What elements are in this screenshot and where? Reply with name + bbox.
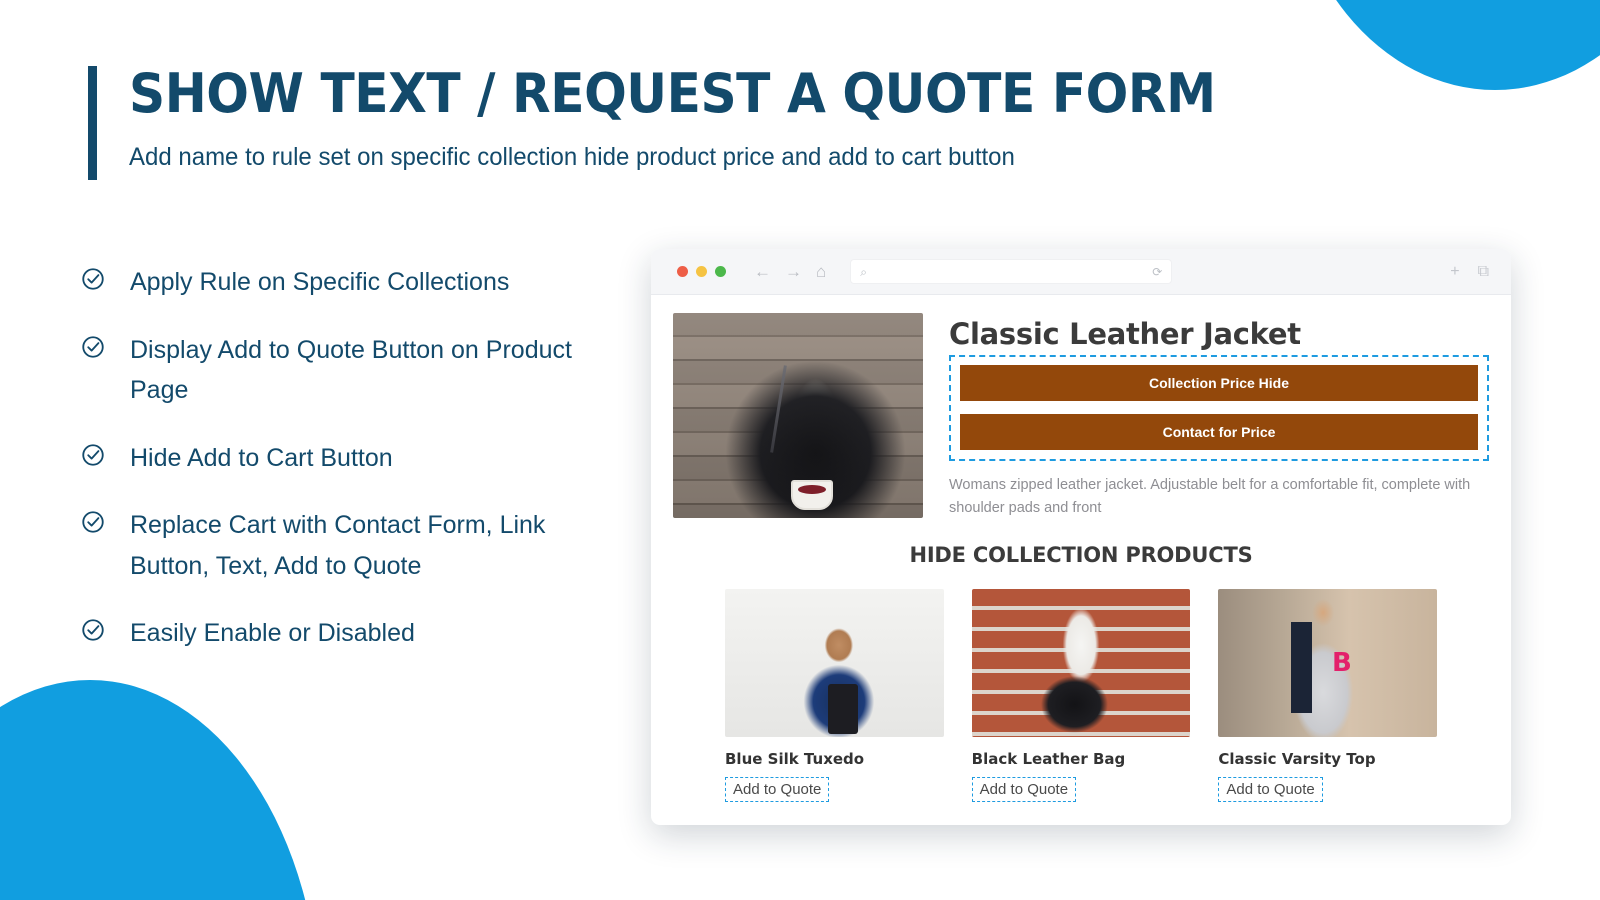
product-card[interactable]: Classic Varsity Top Add to Quote bbox=[1218, 588, 1438, 802]
feature-list: Apply Rule on Specific Collections Displ… bbox=[80, 262, 620, 654]
reload-icon[interactable]: ⟳ bbox=[1152, 266, 1162, 278]
page-content: Classic Leather Jacket Collection Price … bbox=[651, 295, 1511, 825]
jacket-zipper-detail bbox=[770, 365, 787, 453]
minimize-window-dot[interactable] bbox=[696, 266, 707, 277]
slide-canvas: SHOW TEXT / REQUEST A QUOTE FORM Add nam… bbox=[0, 0, 1600, 900]
check-circle-icon bbox=[80, 442, 106, 468]
feature-item: Replace Cart with Contact Form, Link But… bbox=[80, 505, 620, 586]
product-card[interactable]: Blue Silk Tuxedo Add to Quote bbox=[725, 588, 944, 802]
collection-heading: HIDE COLLECTION PRODUCTS bbox=[909, 542, 1253, 567]
product-description: Womans zipped leather jacket. Adjustable… bbox=[949, 477, 1471, 517]
add-to-quote-button[interactable]: Add to Quote bbox=[971, 776, 1077, 802]
feature-item: Hide Add to Cart Button bbox=[80, 438, 620, 479]
product-card-title: Classic Varsity Top bbox=[1218, 749, 1376, 768]
decorative-blob-bottom-left bbox=[0, 680, 320, 900]
product-title: Classic Leather Jacket bbox=[949, 317, 1301, 351]
check-circle-icon bbox=[80, 617, 106, 643]
feature-item: Easily Enable or Disabled bbox=[80, 613, 620, 654]
browser-mockup: ← → ⌂ ⌕ ⟳ + ⧉ Classic Leather Jacket Col… bbox=[651, 249, 1511, 825]
contact-for-price-button[interactable]: Contact for Price bbox=[960, 414, 1478, 450]
product-card[interactable]: Black Leather Bag Add to Quote bbox=[971, 588, 1191, 802]
home-icon[interactable]: ⌂ bbox=[816, 263, 826, 280]
page-title: SHOW TEXT / REQUEST A QUOTE FORM bbox=[129, 62, 1216, 125]
feature-label: Apply Rule on Specific Collections bbox=[130, 268, 510, 296]
collection-product-grid: Blue Silk Tuxedo Add to Quote Black Leat… bbox=[673, 588, 1489, 802]
title-accent-bar bbox=[88, 66, 97, 180]
decorative-blob-top-right bbox=[1285, 0, 1600, 90]
address-bar[interactable]: ⌕ ⟳ bbox=[850, 259, 1173, 284]
add-to-quote-button[interactable]: Add to Quote bbox=[725, 776, 830, 802]
add-to-quote-button[interactable]: Add to Quote bbox=[1218, 776, 1323, 802]
feature-label: Easily Enable or Disabled bbox=[130, 619, 415, 647]
product-card-title: Black Leather Bag bbox=[971, 749, 1126, 768]
page-subtitle: Add name to rule set on specific collect… bbox=[129, 142, 1015, 171]
product-detail: Classic Leather Jacket Collection Price … bbox=[673, 313, 1489, 521]
tabs-overview-icon[interactable]: ⧉ bbox=[1478, 263, 1489, 280]
feature-item: Apply Rule on Specific Collections bbox=[80, 262, 620, 303]
forward-arrow-icon[interactable]: → bbox=[785, 263, 802, 280]
search-icon: ⌕ bbox=[860, 264, 868, 279]
product-thumbnail bbox=[1218, 588, 1438, 737]
feature-item: Display Add to Quote Button on Product P… bbox=[80, 330, 620, 411]
collection-price-hide-button[interactable]: Collection Price Hide bbox=[960, 365, 1478, 401]
coffee-cup-detail bbox=[791, 480, 833, 510]
feature-label: Replace Cart with Contact Form, Link But… bbox=[130, 511, 546, 580]
new-tab-icon[interactable]: + bbox=[1450, 263, 1459, 280]
feature-label: Hide Add to Cart Button bbox=[130, 443, 393, 472]
feature-label: Display Add to Quote Button on Product P… bbox=[130, 335, 572, 405]
product-card-title: Blue Silk Tuxedo bbox=[725, 749, 865, 768]
close-window-dot[interactable] bbox=[677, 266, 688, 277]
product-info: Classic Leather Jacket Collection Price … bbox=[923, 313, 1489, 521]
maximize-window-dot[interactable] bbox=[715, 266, 726, 277]
product-thumbnail bbox=[971, 588, 1191, 737]
window-controls[interactable] bbox=[677, 266, 726, 277]
product-image bbox=[673, 313, 923, 518]
back-arrow-icon[interactable]: ← bbox=[754, 263, 771, 280]
check-circle-icon bbox=[80, 509, 106, 535]
product-thumbnail bbox=[725, 588, 944, 737]
check-circle-icon bbox=[80, 266, 106, 292]
price-rule-highlight-box: Collection Price Hide Contact for Price bbox=[949, 355, 1489, 461]
browser-toolbar: ← → ⌂ ⌕ ⟳ + ⧉ bbox=[651, 249, 1511, 295]
check-circle-icon bbox=[80, 334, 106, 360]
browser-actions: + ⧉ bbox=[1450, 263, 1495, 280]
browser-nav: ← → ⌂ bbox=[754, 263, 826, 280]
header: SHOW TEXT / REQUEST A QUOTE FORM Add nam… bbox=[88, 62, 1297, 180]
